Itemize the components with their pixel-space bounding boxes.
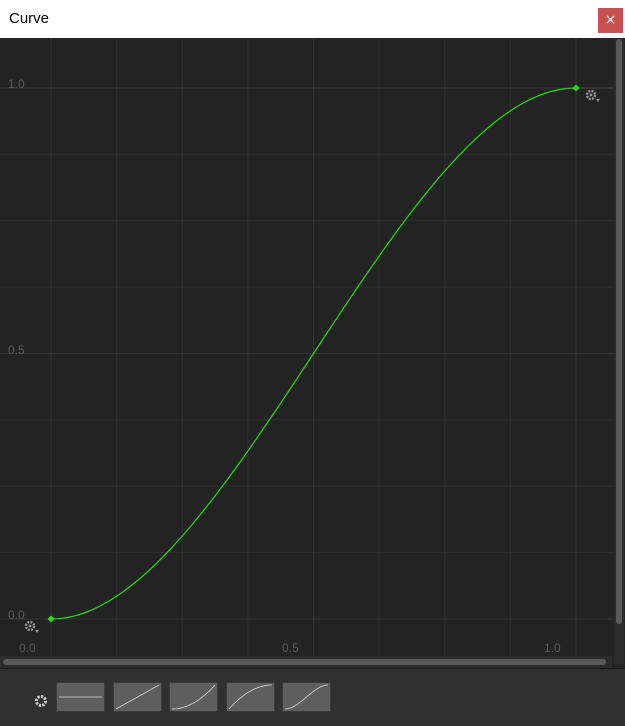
y-tick-label: 1.0: [8, 77, 25, 91]
preset-curve-thumbnail: [115, 684, 159, 710]
preset-ease-in-out[interactable]: [282, 682, 331, 712]
y-tick-label: 0.5: [8, 343, 25, 357]
presets-gear-icon[interactable]: [33, 693, 49, 709]
x-tick-label: 0.0: [19, 641, 36, 655]
preset-curve-thumbnail: [59, 696, 102, 698]
curve-grid: [0, 38, 614, 668]
preset-ease-in[interactable]: [169, 682, 218, 712]
preset-curve-thumbnail: [228, 684, 272, 710]
curve-key-start[interactable]: [47, 615, 55, 623]
curve-key-end[interactable]: [572, 84, 580, 92]
curve-editor[interactable]: [0, 38, 625, 668]
window-title: Curve: [9, 10, 50, 27]
x-tick-label: 0.5: [282, 641, 299, 655]
key-settings-gear-icon[interactable]: [23, 619, 41, 635]
vertical-scrollbar[interactable]: [614, 39, 624, 664]
preset-curve-thumbnail: [172, 684, 216, 710]
title-bar: Curve ×: [0, 0, 625, 38]
preset-curve-thumbnail: [284, 684, 329, 710]
preset-ease-out[interactable]: [225, 682, 275, 712]
preset-constant[interactable]: [56, 682, 105, 712]
preset-bar: [0, 668, 625, 726]
horizontal-scrollbar[interactable]: [0, 656, 612, 668]
close-button[interactable]: ×: [598, 8, 623, 33]
horizontal-scrollbar-thumb[interactable]: [3, 659, 606, 665]
key-settings-gear-icon[interactable]: [584, 88, 602, 104]
preset-linear[interactable]: [112, 682, 162, 712]
vertical-scrollbar-thumb[interactable]: [616, 39, 622, 624]
x-tick-label: 1.0: [544, 641, 561, 655]
